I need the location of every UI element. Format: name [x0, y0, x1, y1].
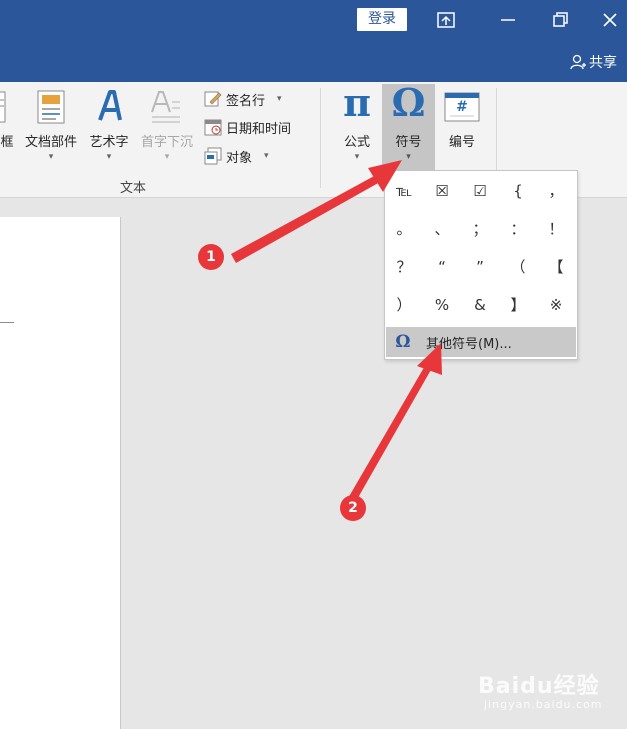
text-box-icon: [0, 91, 6, 123]
object-label: 对象: [226, 150, 253, 166]
step-badge-1: 1: [198, 244, 224, 270]
pi-icon: π: [343, 80, 371, 125]
symbol-dropdown: ℡ ☒ ☑ { ， 。 、 ； ： ！ ？ “ ” （ 【 ） % & 】 ※ …: [384, 170, 578, 360]
signature-icon: [204, 91, 222, 107]
more-symbols-label: 其他符号(M)...: [426, 336, 512, 352]
symbol-cell[interactable]: 、: [423, 211, 461, 247]
symbol-cell[interactable]: &: [461, 287, 499, 323]
chevron-down-icon: ▾: [264, 151, 269, 161]
drop-cap-icon: [151, 91, 180, 123]
step-badge-2: 2: [340, 495, 366, 521]
signature-line-label: 签名行: [226, 93, 266, 109]
calendar-icon: [204, 119, 222, 136]
symbol-cell[interactable]: 】: [499, 287, 537, 323]
symbol-cell[interactable]: ？: [385, 249, 423, 285]
wordart-label: 艺术字: [89, 135, 129, 150]
drop-cap-label: 首字下沉: [140, 135, 193, 150]
share-label: 共享: [589, 55, 617, 71]
date-time-label: 日期和时间: [226, 121, 292, 137]
omega-icon: Ω: [395, 332, 411, 352]
page-margin-mark: [0, 322, 14, 323]
login-button[interactable]: 登录: [357, 8, 407, 31]
symbol-cell[interactable]: ※: [537, 287, 575, 323]
group-label-text: 文本: [120, 181, 147, 196]
omega-icon: Ω: [391, 80, 426, 125]
person-icon: [570, 54, 586, 70]
number-label: 编号: [448, 135, 475, 150]
equation-label: 公式: [343, 135, 370, 150]
quick-parts-icon: [37, 90, 65, 124]
number-button[interactable]: # 编号: [440, 82, 484, 172]
equation-button[interactable]: π 公式 ▾: [332, 80, 382, 172]
chevron-down-icon: ▾: [277, 94, 282, 104]
symbol-cell[interactable]: ！: [537, 211, 575, 247]
hash-glyph: #: [456, 99, 468, 115]
date-time-button[interactable]: 日期和时间: [204, 116, 291, 138]
symbol-cell[interactable]: {: [499, 173, 537, 209]
object-icon: [204, 147, 222, 165]
symbol-cell[interactable]: ；: [461, 211, 499, 247]
quick-parts-label: 文档部件: [24, 135, 77, 150]
drop-cap-button[interactable]: 首字下沉 ▾: [136, 82, 198, 172]
chevron-down-icon: ▾: [164, 152, 170, 162]
symbol-cell[interactable]: “: [423, 249, 461, 285]
symbol-cell[interactable]: ：: [499, 211, 537, 247]
chevron-down-icon: ▾: [354, 152, 360, 162]
arrow-2: [347, 364, 432, 503]
minimize-icon[interactable]: [496, 8, 520, 32]
share-bar: 共享: [0, 40, 627, 82]
symbol-cell[interactable]: （: [499, 249, 537, 285]
close-icon[interactable]: [598, 8, 622, 32]
baidu-watermark: Baidu经验 jingyan.baidu.com: [478, 668, 618, 718]
symbol-cell[interactable]: ，: [537, 173, 575, 209]
more-symbols-item[interactable]: Ω 其他符号(M)...: [386, 327, 576, 357]
symbol-cell[interactable]: ℡: [385, 173, 423, 209]
symbol-cell[interactable]: ”: [461, 249, 499, 285]
wordart-button[interactable]: 艺术字 ▾: [84, 82, 134, 172]
symbol-cell[interactable]: ☒: [423, 173, 461, 209]
watermark-url: jingyan.baidu.com: [484, 698, 603, 711]
symbol-label: 符号: [395, 135, 422, 150]
watermark-main: Baidu经验: [478, 674, 600, 699]
quick-parts-button[interactable]: 文档部件 ▾: [20, 82, 82, 172]
symbol-button[interactable]: Ω 符号 ▾: [382, 80, 435, 170]
restore-icon[interactable]: [548, 8, 572, 32]
document-page[interactable]: [0, 217, 121, 729]
chevron-down-icon: ▾: [48, 152, 54, 162]
symbol-cell[interactable]: ☑: [461, 173, 499, 209]
share-button[interactable]: 共享: [569, 52, 617, 72]
text-box-label: 框: [0, 135, 14, 150]
object-button[interactable]: 对象 ▾: [204, 145, 269, 167]
text-box-button[interactable]: 框: [0, 82, 14, 172]
chevron-down-icon: ▾: [106, 152, 112, 162]
symbol-cell[interactable]: 。: [385, 211, 423, 247]
ribbon-display-options-icon[interactable]: [434, 8, 458, 32]
signature-line-button[interactable]: 签名行 ▾: [204, 88, 282, 110]
symbol-cell[interactable]: %: [423, 287, 461, 323]
ribbon-separator: [320, 88, 321, 188]
symbol-cell[interactable]: ）: [385, 287, 423, 323]
title-bar: 登录: [0, 0, 627, 40]
wordart-icon: [98, 90, 122, 121]
chevron-down-icon: ▾: [406, 152, 411, 162]
symbol-cell[interactable]: 【: [537, 249, 575, 285]
